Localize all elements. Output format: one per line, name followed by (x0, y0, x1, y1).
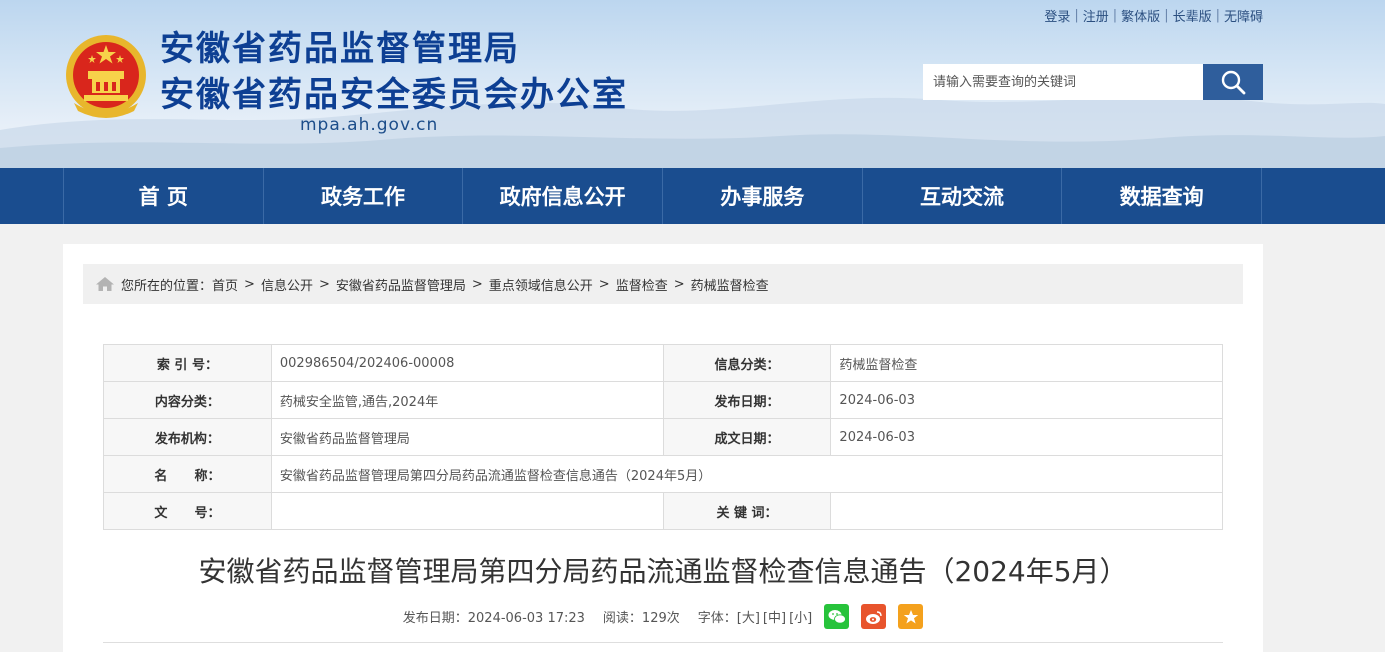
search-icon (1221, 70, 1246, 95)
accessibility-link[interactable]: 无障碍 (1224, 6, 1263, 25)
top-links: 登录 | 注册 | 繁体版 | 长辈版 | 无障碍 (1044, 6, 1263, 25)
elder-version-link[interactable]: 长辈版 (1173, 6, 1212, 25)
register-link[interactable]: 注册 (1083, 6, 1109, 25)
article-info-bar: 发布日期：2024-06-03 17:23 阅读：129次 字体： [大] [中… (63, 604, 1263, 629)
publish-date-label: 发布日期： (662, 381, 832, 419)
nav-info-disclosure[interactable]: 政府信息公开 (463, 168, 664, 224)
nav-interaction[interactable]: 互动交流 (863, 168, 1063, 224)
table-row: 文 号： 关 键 词： (103, 492, 1223, 530)
weibo-icon (865, 610, 882, 624)
national-emblem-icon (66, 35, 146, 118)
weibo-share-button[interactable] (861, 604, 887, 629)
search-button[interactable] (1203, 64, 1263, 100)
table-row: 名 称： 安徽省药品监督管理局第四分局药品流通监督检查信息通告（2024年5月） (103, 455, 1224, 493)
publish-date-value: 2024-06-03 (830, 381, 1223, 419)
article-title: 安徽省药品监督管理局第四分局药品流通监督检查信息通告（2024年5月） (198, 555, 1128, 588)
read-count: 阅读：129次 (602, 611, 680, 626)
breadcrumb-separator: > (244, 276, 255, 292)
main-nav: 首 页 政务工作 政府信息公开 办事服务 互动交流 数据查询 (0, 168, 1385, 224)
nav-data-query[interactable]: 数据查询 (1062, 168, 1263, 224)
search-input[interactable] (923, 64, 1203, 100)
table-row: 内容分类： 药械安全监管,通告,2024年 发布日期： 2024-06-03 (103, 381, 1223, 419)
divider (103, 642, 1223, 643)
breadcrumb-info-disclosure[interactable]: 信息公开 (261, 275, 313, 294)
breadcrumb-prefix: 您所在的位置： (121, 278, 213, 294)
content-category-label: 内容分类： (103, 381, 272, 419)
written-date-value: 2024-06-03 (830, 418, 1223, 456)
breadcrumb-supervision[interactable]: 监督检查 (616, 275, 668, 294)
breadcrumb-key-areas[interactable]: 重点领域信息公开 (489, 275, 593, 294)
keywords-value (830, 492, 1223, 530)
index-number-label: 索 引 号： (103, 344, 272, 382)
doc-number-value (270, 492, 664, 530)
table-row: 发布机构： 安徽省药品监督管理局 成文日期： 2024-06-03 (103, 418, 1223, 456)
table-row: 索 引 号： 002986504/202406-00008 信息分类： 药械监督… (103, 344, 1223, 382)
wechat-icon (828, 609, 846, 624)
search-box (923, 64, 1263, 100)
traditional-chinese-link[interactable]: 繁体版 (1121, 6, 1160, 25)
keywords-label: 关 键 词： (662, 492, 832, 530)
site-header: 安徽省药品监督管理局 安徽省药品安全委员会办公室 mpa.ah.gov.cn 登… (0, 0, 1385, 168)
document-meta-table: 索 引 号： 002986504/202406-00008 信息分类： 药械监督… (103, 344, 1224, 530)
wechat-share-button[interactable] (824, 604, 850, 629)
content-container: 您所在的位置： 首页 > 信息公开 > 安徽省药品监督管理局 > 重点领域信息公… (63, 244, 1263, 652)
link-separator: | (1164, 8, 1169, 23)
nav-services[interactable]: 办事服务 (663, 168, 863, 224)
index-number-value: 002986504/202406-00008 (270, 344, 664, 382)
link-separator: | (1112, 8, 1118, 23)
favorite-button[interactable] (898, 604, 924, 629)
link-separator: | (1074, 8, 1079, 23)
breadcrumb-current[interactable]: 药械监督检查 (691, 275, 769, 294)
site-title-secondary: 安徽省药品安全委员会办公室 (160, 75, 628, 115)
info-category-label: 信息分类： (662, 344, 832, 382)
written-date-label: 成文日期： (662, 418, 832, 456)
breadcrumb-separator: > (318, 276, 330, 292)
home-icon (95, 276, 115, 292)
doc-number-label: 文 号： (103, 492, 272, 530)
publish-datetime: 发布日期：2024-06-03 17:23 (402, 611, 585, 626)
publisher-label: 发布机构： (103, 418, 272, 456)
font-size-label: 字体： (697, 611, 737, 626)
font-size-medium[interactable]: [中] (763, 607, 786, 626)
nav-government-affairs[interactable]: 政务工作 (264, 168, 464, 224)
font-size-small[interactable]: [小] (789, 607, 812, 626)
site-title-primary: 安徽省药品监督管理局 (160, 29, 520, 69)
breadcrumb-bureau[interactable]: 安徽省药品监督管理局 (336, 275, 466, 294)
info-category-value: 药械监督检查 (830, 344, 1223, 382)
publisher-value: 安徽省药品监督管理局 (270, 418, 664, 456)
font-size-large[interactable]: [大] (737, 607, 760, 626)
breadcrumb-separator: > (598, 276, 610, 292)
breadcrumb-home[interactable]: 首页 (212, 275, 238, 294)
doc-name-value: 安徽省药品监督管理局第四分局药品流通监督检查信息通告（2024年5月） (270, 455, 1224, 493)
breadcrumb: 您所在的位置： 首页 > 信息公开 > 安徽省药品监督管理局 > 重点领域信息公… (83, 264, 1243, 304)
login-link[interactable]: 登录 (1044, 6, 1070, 25)
site-domain: mpa.ah.gov.cn (300, 115, 439, 135)
content-category-value: 药械安全监管,通告,2024年 (270, 381, 664, 419)
link-separator: | (1215, 8, 1220, 23)
nav-home[interactable]: 首 页 (64, 168, 264, 224)
breadcrumb-separator: > (673, 276, 685, 292)
star-icon (903, 609, 918, 623)
doc-name-label: 名 称： (103, 455, 272, 493)
breadcrumb-separator: > (471, 276, 483, 292)
